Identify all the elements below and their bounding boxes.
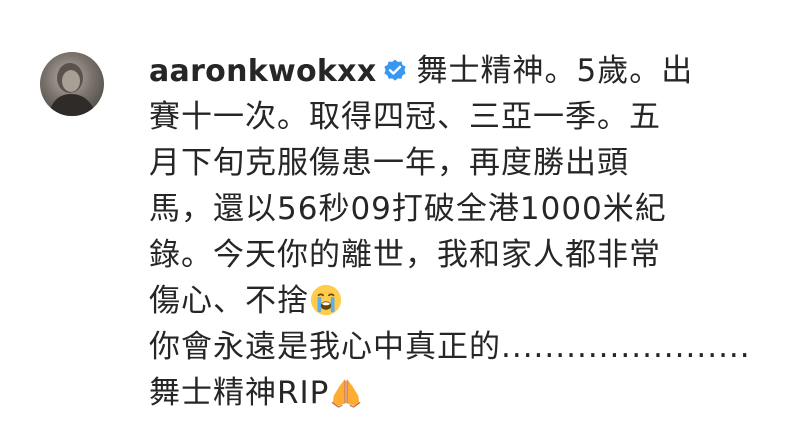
comment-text-line: 馬，還以56秒09打破全港1000米紀 xyxy=(149,191,667,227)
avatar[interactable] xyxy=(40,52,104,116)
comment-line-1: aaronkwokxx 舞士精神。5歲。出 xyxy=(149,48,749,94)
comment-text-line: 舞士精神RIP xyxy=(149,375,330,411)
comment-text-line: 錄。今天你的離世，我和家人都非常 xyxy=(149,237,661,273)
comment-text-line: 舞士精神。5歲。出 xyxy=(416,53,694,89)
folded-hands-emoji xyxy=(331,378,361,408)
comment-text-line: 你會永遠是我心中真正的....................... xyxy=(149,329,751,365)
comment-line-6: 傷心、不捨 xyxy=(149,278,749,324)
loudly-crying-face-emoji xyxy=(310,284,342,316)
username[interactable]: aaronkwokxx xyxy=(149,54,376,89)
verified-badge-icon xyxy=(384,59,407,81)
comment-text-line: 傷心、不捨 xyxy=(149,283,309,319)
instagram-comment: aaronkwokxx 舞士精神。5歲。出 賽十一次。取得四冠、三亞一季。五 月下… xyxy=(40,48,780,418)
comment-body: aaronkwokxx 舞士精神。5歲。出 賽十一次。取得四冠、三亞一季。五 月下… xyxy=(149,48,751,416)
comment-text-line: 月下旬克服傷患一年，再度勝出頭 xyxy=(149,145,629,181)
comment-text-line: 賽十一次。取得四冠、三亞一季。五 xyxy=(149,99,661,135)
comment-line-8: 舞士精神RIP xyxy=(149,370,749,416)
avatar-image xyxy=(48,63,96,116)
